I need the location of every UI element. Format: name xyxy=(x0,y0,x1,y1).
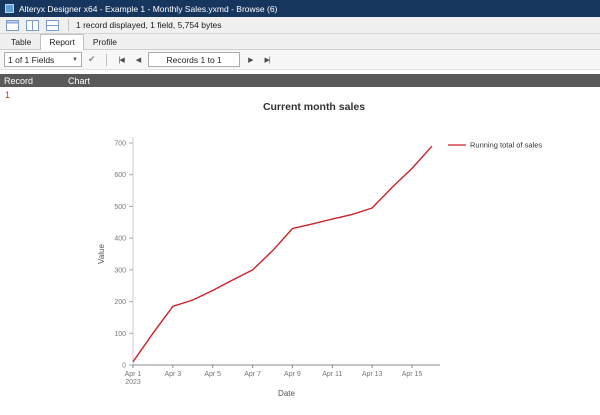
y-tick-label: 300 xyxy=(114,267,126,274)
record-navigation-toolbar: 1 of 1 Fields ▼ ✔ |◀ ◀ Records 1 to 1 ▶ … xyxy=(0,50,600,70)
fields-selector-value: 1 of 1 Fields xyxy=(8,54,55,65)
records-range-field[interactable]: Records 1 to 1 xyxy=(148,52,241,67)
previous-record-button[interactable]: ◀ xyxy=(132,54,144,66)
y-tick-label: 200 xyxy=(114,299,126,306)
x-tick-label: Apr 13 xyxy=(362,371,383,378)
y-axis-title: Value xyxy=(97,244,106,264)
x-tick-label: Apr 3 xyxy=(164,371,181,378)
column-header-chart[interactable]: Chart xyxy=(64,76,600,86)
next-record-button[interactable]: ▶ xyxy=(244,54,256,66)
column-header-record[interactable]: Record xyxy=(0,76,64,86)
layout-horizontal-split-glyph xyxy=(46,19,59,31)
sales-line-chart: Current month sales Running total of sale… xyxy=(97,101,542,398)
chart-title: Current month sales xyxy=(263,101,365,113)
x-tick-sublabel: 2023 xyxy=(125,379,141,386)
alteryx-browse-window: Alteryx Designer x64 - Example 1 - Month… xyxy=(0,0,600,415)
chevron-down-icon: ▼ xyxy=(72,56,78,63)
first-record-button[interactable]: |◀ xyxy=(115,54,128,66)
fields-selector[interactable]: 1 of 1 Fields ▼ xyxy=(4,52,82,67)
layout-vertical-split-glyph xyxy=(26,19,39,31)
x-tick-label: Apr 7 xyxy=(244,371,261,378)
titlebar: Alteryx Designer x64 - Example 1 - Month… xyxy=(0,0,600,17)
layout-single-pane-icon[interactable] xyxy=(4,18,21,32)
y-tick-label: 0 xyxy=(122,363,126,370)
x-axis-title: Date xyxy=(278,389,295,398)
layout-single-pane-glyph xyxy=(6,19,19,31)
x-tick-label: Apr 15 xyxy=(402,371,423,378)
x-tick-label: Apr 11 xyxy=(322,371,342,378)
chart-cell: Current month sales Running total of sale… xyxy=(64,87,600,415)
toolbar-separator xyxy=(68,19,69,31)
legend-label: Running total of sales xyxy=(470,141,542,150)
view-tabs: Table Report Profile xyxy=(0,34,600,50)
results-grid-header: Record Chart xyxy=(0,74,600,87)
results-grid-body: 1 Current month sales Running total of sa… xyxy=(0,87,600,415)
last-record-button[interactable]: ▶| xyxy=(261,54,274,66)
record-number-cell[interactable]: 1 xyxy=(0,87,64,415)
toolbar-separator xyxy=(105,53,107,66)
y-tick-label: 700 xyxy=(114,141,126,148)
tab-table[interactable]: Table xyxy=(2,34,40,49)
records-range-value: Records 1 to 1 xyxy=(166,54,222,65)
series-line-running-total xyxy=(132,145,433,363)
apply-check-icon[interactable]: ✔ xyxy=(86,54,98,65)
browse-toolbar: 1 record displayed, 1 field, 5,754 bytes xyxy=(0,17,600,34)
x-tick-label: Apr 1 xyxy=(125,371,142,378)
layout-vertical-split-icon[interactable] xyxy=(24,18,41,32)
tab-report[interactable]: Report xyxy=(40,34,84,50)
x-tick-label: Apr 9 xyxy=(284,371,301,378)
layout-horizontal-split-icon[interactable] xyxy=(44,18,61,32)
y-tick-label: 500 xyxy=(114,204,126,211)
y-tick-label: 100 xyxy=(114,331,126,338)
y-tick-label: 400 xyxy=(114,236,126,243)
app-icon xyxy=(5,4,14,13)
x-tick-label: Apr 5 xyxy=(204,371,221,378)
tab-profile[interactable]: Profile xyxy=(84,34,126,49)
y-tick-label: 600 xyxy=(114,172,126,179)
window-title: Alteryx Designer x64 - Example 1 - Month… xyxy=(19,3,278,14)
record-status-text: 1 record displayed, 1 field, 5,754 bytes xyxy=(76,20,222,30)
